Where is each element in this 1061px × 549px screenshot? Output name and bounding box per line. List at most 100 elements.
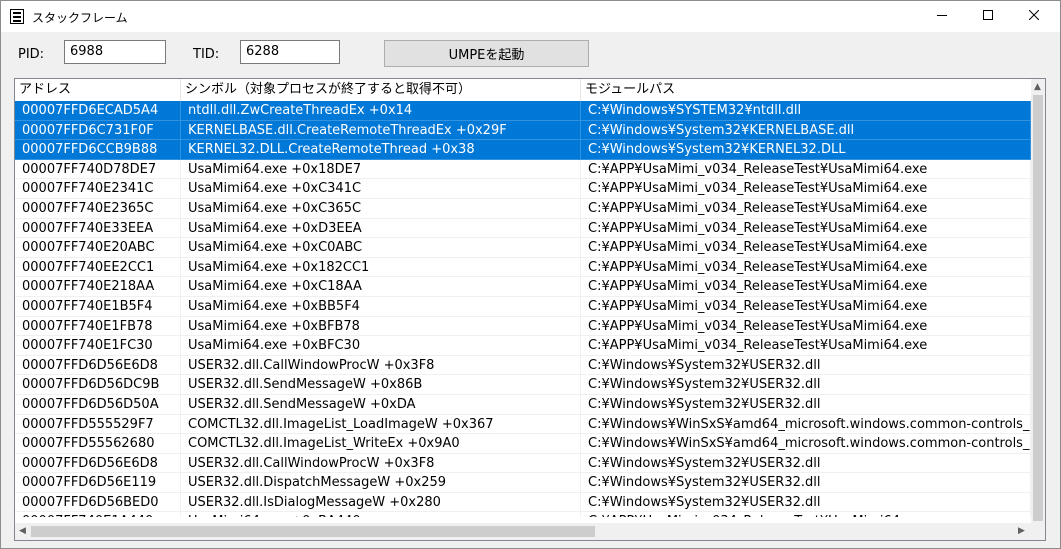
minimize-icon — [937, 9, 947, 24]
horizontal-scroll-thumb[interactable] — [31, 526, 595, 537]
symbol-cell: UsaMimi64.exe +0xD3EEA — [181, 218, 581, 239]
symbol-cell: KERNEL32.DLL.CreateRemoteThread +0x38 — [181, 140, 581, 160]
vertical-scroll-thumb[interactable] — [1033, 95, 1043, 521]
table-row[interactable]: 00007FFD6D56E6D8 USER32.dll.CallWindowPro… — [15, 453, 1031, 474]
module-path-cell: C:¥APP¥UsaMimi_v034_ReleaseTest¥UsaMimi6… — [581, 218, 1031, 239]
symbol-cell: COMCTL32.dll.ImageList_WriteEx +0x9A0 — [181, 434, 581, 454]
address-cell: 00007FF740E1FC30 — [15, 336, 181, 356]
module-path-cell: C:¥APP¥UsaMimi_v034_ReleaseTest¥UsaMimi6… — [581, 159, 1031, 180]
module-path-cell: C:¥Windows¥System32¥USER32.dll — [581, 394, 1031, 415]
maximize-button[interactable] — [965, 1, 1011, 32]
table-row[interactable]: 00007FF740E1B5F4 UsaMimi64.exe +0xBB5F4 C:… — [15, 296, 1031, 317]
table-row[interactable]: 00007FFD555529F7 COMCTL32.dll.ImageList_L… — [15, 414, 1031, 435]
address-cell: 00007FF740D78DE7 — [15, 159, 181, 180]
address-cell: 00007FF740E33EEA — [15, 218, 181, 239]
scroll-left-icon[interactable]: ◀ — [19, 526, 26, 536]
symbol-cell: ntdll.dll.ZwCreateThreadEx +0x14 — [181, 101, 581, 121]
column-header-address[interactable]: アドレス — [15, 79, 181, 101]
list-rows: 00007FFD6ECAD5A4 ntdll.dll.ZwCreateThread… — [15, 101, 1031, 517]
minimize-button[interactable] — [919, 1, 965, 32]
table-row[interactable]: 00007FFD6ECAD5A4 ntdll.dll.ZwCreateThread… — [15, 101, 1031, 121]
title-bar[interactable]: スタックフレーム — [1, 1, 1060, 32]
symbol-cell: UsaMimi64.exe +0x182CC1 — [181, 257, 581, 278]
module-path-cell: C:¥Windows¥SYSTEM32¥ntdll.dll — [581, 101, 1031, 121]
list-header: アドレス シンボル（対象プロセスが終了すると取得不可） モジュールパス — [15, 79, 1045, 101]
window-title: スタックフレーム — [32, 11, 128, 25]
module-path-cell: C:¥APP¥UsaMimi_v034_ReleaseTest¥UsaMimi6… — [581, 316, 1031, 337]
tid-label: TID: — [193, 47, 220, 62]
table-row[interactable]: 00007FF740E1FB78 UsaMimi64.exe +0xBFB78 C:… — [15, 316, 1031, 337]
address-cell: 00007FFD6CCB9B88 — [15, 140, 181, 160]
address-cell: 00007FFD555529F7 — [15, 414, 181, 435]
module-path-cell: C:¥Windows¥WinSxS¥amd64_microsoft.window… — [581, 414, 1031, 435]
module-path-cell: C:¥Windows¥System32¥KERNEL32.DLL — [581, 140, 1031, 160]
table-row[interactable]: 00007FF740D78DE7 UsaMimi64.exe +0x18DE7 C:… — [15, 159, 1031, 180]
pid-label: PID: — [18, 47, 45, 62]
table-row[interactable]: 00007FFD55562680 COMCTL32.dll.ImageList_W… — [15, 434, 1031, 454]
module-path-cell: C:¥APP¥UsaMimi_v034_ReleaseTest¥UsaMimi6… — [581, 296, 1031, 317]
table-row[interactable]: 00007FF740E218AA UsaMimi64.exe +0xC18AA C:… — [15, 277, 1031, 297]
table-row[interactable]: 00007FFD6D56E6D8 USER32.dll.CallWindowPro… — [15, 355, 1031, 376]
scroll-right-icon[interactable]: ▶ — [1018, 526, 1025, 536]
table-row[interactable]: 00007FF740E1FC30 UsaMimi64.exe +0xBFC30 C:… — [15, 336, 1031, 356]
pid-field[interactable]: 6988 — [64, 40, 166, 64]
table-row[interactable]: 00007FFD6D56E119 USER32.dll.DispatchMessa… — [15, 473, 1031, 493]
symbol-cell: KERNELBASE.dll.CreateRemoteThreadEx +0x2… — [181, 120, 581, 141]
symbol-cell: UsaMimi64.exe +0xBFC30 — [181, 336, 581, 356]
symbol-cell: USER32.dll.SendMessageW +0x86B — [181, 375, 581, 395]
table-row[interactable]: 00007FFD6CCB9B88 KERNEL32.DLL.CreateRemot… — [15, 140, 1031, 160]
address-cell: 00007FF740E2365C — [15, 198, 181, 219]
close-icon — [1028, 9, 1040, 24]
symbol-cell: UsaMimi64.exe +0xC341C — [181, 179, 581, 199]
module-path-cell: C:¥Windows¥System32¥USER32.dll — [581, 453, 1031, 474]
symbol-cell: UsaMimi64.exe +0xBA440 — [181, 512, 581, 517]
symbol-cell: USER32.dll.IsDialogMessageW +0x280 — [181, 492, 581, 513]
address-cell: 00007FFD6D56E6D8 — [15, 355, 181, 376]
module-path-cell: C:¥APP¥UsaMimi_v034_ReleaseTest¥UsaMimi6… — [581, 512, 1031, 517]
horizontal-scrollbar[interactable]: ◀ ▶ — [15, 523, 1031, 540]
symbol-cell: COMCTL32.dll.ImageList_LoadImageW +0x367 — [181, 414, 581, 435]
module-path-cell: C:¥Windows¥System32¥KERNELBASE.dll — [581, 120, 1031, 141]
table-row[interactable]: 00007FF740EE2CC1 UsaMimi64.exe +0x182CC1 C… — [15, 257, 1031, 278]
module-path-cell: C:¥Windows¥WinSxS¥amd64_microsoft.window… — [581, 434, 1031, 454]
tid-field[interactable]: 6288 — [240, 40, 340, 64]
symbol-cell: UsaMimi64.exe +0xC365C — [181, 198, 581, 219]
symbol-cell: USER32.dll.SendMessageW +0xDA — [181, 394, 581, 415]
symbol-cell: UsaMimi64.exe +0xBB5F4 — [181, 296, 581, 317]
table-row[interactable]: 00007FF740E33EEA UsaMimi64.exe +0xD3EEA C:… — [15, 218, 1031, 239]
module-path-cell: C:¥Windows¥System32¥USER32.dll — [581, 355, 1031, 376]
vertical-scrollbar[interactable]: ▲ — [1031, 79, 1045, 523]
symbol-cell: UsaMimi64.exe +0x18DE7 — [181, 159, 581, 180]
scroll-up-icon[interactable]: ▲ — [1034, 82, 1041, 92]
close-button[interactable] — [1011, 1, 1057, 32]
address-cell: 00007FF740E218AA — [15, 277, 181, 297]
address-cell: 00007FF740E2341C — [15, 179, 181, 199]
module-path-cell: C:¥APP¥UsaMimi_v034_ReleaseTest¥UsaMimi6… — [581, 198, 1031, 219]
address-cell: 00007FFD6D56BED0 — [15, 492, 181, 513]
table-row[interactable]: 00007FFD6D56BED0 USER32.dll.IsDialogMessa… — [15, 492, 1031, 513]
column-header-module-path[interactable]: モジュールパス — [581, 79, 1045, 101]
table-row[interactable]: 00007FFD6D56D50A USER32.dll.SendMessageW … — [15, 394, 1031, 415]
module-path-cell: C:¥APP¥UsaMimi_v034_ReleaseTest¥UsaMimi6… — [581, 257, 1031, 278]
window-app-icon — [10, 9, 24, 24]
address-cell: 00007FFD6D56E119 — [15, 473, 181, 493]
table-row[interactable]: 00007FFD6C731F0F KERNELBASE.dll.CreateRem… — [15, 120, 1031, 141]
table-row[interactable]: 00007FF740E2365C UsaMimi64.exe +0xC365C C:… — [15, 198, 1031, 219]
table-row[interactable]: 00007FFD6D56DC9B USER32.dll.SendMessageW … — [15, 375, 1031, 395]
symbol-cell: USER32.dll.CallWindowProcW +0x3F8 — [181, 453, 581, 474]
table-row[interactable]: 00007FF740E2341C UsaMimi64.exe +0xC341C C:… — [15, 179, 1031, 199]
module-path-cell: C:¥Windows¥System32¥USER32.dll — [581, 492, 1031, 513]
table-row[interactable]: 00007FF740E20ABC UsaMimi64.exe +0xC0ABC C:… — [15, 238, 1031, 258]
table-row[interactable]: 00007FF740E1A440UsaMimi64.exe +0xBA440C:… — [15, 512, 1031, 517]
stack-frame-window: スタックフレーム PID: 6988 TID: 6288 UMPEを起動 アドレ… — [0, 0, 1061, 549]
module-path-cell: C:¥APP¥UsaMimi_v034_ReleaseTest¥UsaMimi6… — [581, 179, 1031, 199]
module-path-cell: C:¥APP¥UsaMimi_v034_ReleaseTest¥UsaMimi6… — [581, 277, 1031, 297]
symbol-cell: UsaMimi64.exe +0xBFB78 — [181, 316, 581, 337]
address-cell: 00007FF740E1FB78 — [15, 316, 181, 337]
stack-frame-list[interactable]: アドレス シンボル（対象プロセスが終了すると取得不可） モジュールパス 0000… — [14, 78, 1046, 541]
address-cell: 00007FFD55562680 — [15, 434, 181, 454]
column-header-symbol[interactable]: シンボル（対象プロセスが終了すると取得不可） — [181, 79, 581, 101]
address-cell: 00007FFD6D56D50A — [15, 394, 181, 415]
address-cell: 00007FFD6C731F0F — [15, 120, 181, 141]
launch-umpe-button[interactable]: UMPEを起動 — [384, 40, 589, 67]
